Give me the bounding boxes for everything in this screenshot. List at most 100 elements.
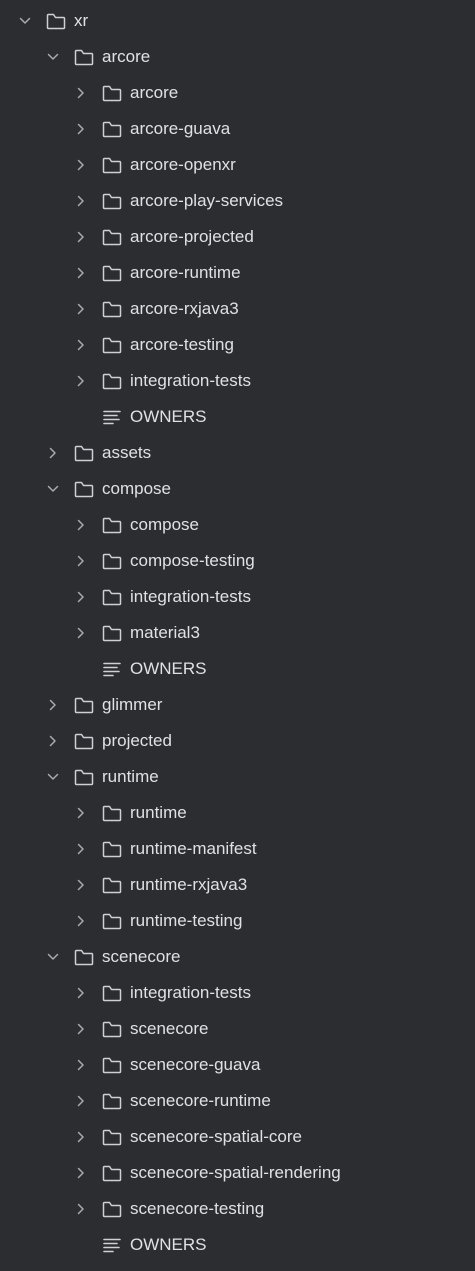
tree-item-label: arcore-rxjava3 [130, 299, 239, 318]
chevron-right-icon[interactable] [73, 85, 89, 101]
tree-folder-row[interactable]: runtime [0, 759, 475, 795]
tree-item-label: compose [130, 515, 199, 534]
chevron-right-icon[interactable] [73, 589, 89, 605]
folder-icon [102, 192, 122, 210]
tree-folder-row[interactable]: integration-tests [0, 975, 475, 1011]
tree-item-label: xr [74, 11, 89, 30]
chevron-right-icon[interactable] [73, 121, 89, 137]
tree-folder-row[interactable]: integration-tests [0, 363, 475, 399]
tree-folder-row[interactable]: projected [0, 723, 475, 759]
folder-icon [102, 552, 122, 570]
tree-folder-row[interactable]: arcore-openxr [0, 147, 475, 183]
tree-folder-row[interactable]: scenecore [0, 1011, 475, 1047]
chevron-right-icon[interactable] [73, 517, 89, 533]
chevron-right-icon[interactable] [73, 1165, 89, 1181]
tree-folder-row[interactable]: glimmer [0, 687, 475, 723]
tree-folder-row[interactable]: xr [0, 3, 475, 39]
folder-icon [102, 264, 122, 282]
tree-folder-row[interactable]: scenecore [0, 939, 475, 975]
tree-item-label: OWNERS [130, 1235, 207, 1254]
chevron-right-icon[interactable] [73, 625, 89, 641]
folder-icon [102, 1128, 122, 1146]
chevron-right-icon[interactable] [73, 229, 89, 245]
chevron-right-icon[interactable] [73, 805, 89, 821]
tree-folder-row[interactable]: runtime [0, 795, 475, 831]
folder-icon [74, 948, 94, 966]
tree-folder-row[interactable]: arcore-testing [0, 327, 475, 363]
tree-folder-row[interactable]: scenecore-guava [0, 1047, 475, 1083]
chevron-right-icon[interactable] [45, 733, 61, 749]
tree-item-label: OWNERS [130, 407, 207, 426]
chevron-right-icon[interactable] [73, 1021, 89, 1037]
tree-file-row[interactable]: OWNERS [0, 1227, 475, 1263]
chevron-right-icon[interactable] [73, 337, 89, 353]
tree-folder-row[interactable]: runtime-manifest [0, 831, 475, 867]
tree-file-row[interactable]: OWNERS [0, 399, 475, 435]
tree-folder-row[interactable]: arcore-play-services [0, 183, 475, 219]
tree-item-label: integration-tests [130, 371, 251, 390]
tree-file-row[interactable]: OWNERS [0, 651, 475, 687]
chevron-down-icon[interactable] [45, 769, 61, 785]
tree-folder-row[interactable]: material3 [0, 615, 475, 651]
tree-item-label: runtime-rxjava3 [130, 875, 248, 894]
tree-folder-row[interactable]: arcore-runtime [0, 255, 475, 291]
chevron-right-icon[interactable] [73, 1201, 89, 1217]
tree-folder-row[interactable]: arcore-rxjava3 [0, 291, 475, 327]
tree-folder-row[interactable]: scenecore-spatial-rendering [0, 1155, 475, 1191]
chevron-down-icon[interactable] [45, 481, 61, 497]
chevron-right-icon[interactable] [73, 877, 89, 893]
chevron-right-icon[interactable] [45, 445, 61, 461]
tree-folder-row[interactable]: runtime-testing [0, 903, 475, 939]
tree-folder-row[interactable]: compose [0, 471, 475, 507]
chevron-right-icon[interactable] [73, 985, 89, 1001]
chevron-right-icon[interactable] [73, 373, 89, 389]
tree-item-label: runtime-manifest [130, 839, 257, 858]
tree-folder-row[interactable]: arcore-guava [0, 111, 475, 147]
folder-icon [102, 876, 122, 894]
folder-icon [74, 444, 94, 462]
chevron-right-icon[interactable] [45, 697, 61, 713]
tree-folder-row[interactable]: runtime-rxjava3 [0, 867, 475, 903]
chevron-right-icon[interactable] [73, 1129, 89, 1145]
chevron-right-icon[interactable] [73, 553, 89, 569]
chevron-right-icon[interactable] [73, 157, 89, 173]
chevron-right-icon[interactable] [73, 193, 89, 209]
tree-folder-row[interactable]: arcore [0, 39, 475, 75]
chevron-right-icon[interactable] [73, 841, 89, 857]
text-file-icon [102, 660, 122, 678]
folder-icon [102, 624, 122, 642]
tree-item-label: scenecore [130, 1019, 209, 1038]
tree-folder-row[interactable]: scenecore-spatial-core [0, 1119, 475, 1155]
chevron-down-icon[interactable] [45, 949, 61, 965]
tree-item-label: glimmer [102, 695, 163, 714]
tree-item-label: compose [102, 479, 171, 498]
tree-item-label: scenecore-runtime [130, 1091, 271, 1110]
tree-folder-row[interactable]: compose-testing [0, 543, 475, 579]
folder-icon [102, 912, 122, 930]
tree-item-label: scenecore-testing [130, 1199, 265, 1218]
chevron-down-icon[interactable] [45, 49, 61, 65]
tree-folder-row[interactable]: compose [0, 507, 475, 543]
tree-folder-row[interactable]: assets [0, 435, 475, 471]
chevron-right-icon[interactable] [73, 1057, 89, 1073]
tree-folder-row[interactable]: scenecore-runtime [0, 1083, 475, 1119]
folder-icon [102, 984, 122, 1002]
chevron-right-icon[interactable] [73, 301, 89, 317]
folder-icon [102, 120, 122, 138]
folder-icon [102, 1020, 122, 1038]
tree-folder-row[interactable]: arcore [0, 75, 475, 111]
tree-folder-row[interactable]: integration-tests [0, 579, 475, 615]
chevron-down-icon[interactable] [17, 13, 33, 29]
tree-item-label: arcore [130, 83, 179, 102]
chevron-right-icon[interactable] [73, 265, 89, 281]
folder-icon [102, 804, 122, 822]
tree-item-label: arcore [102, 47, 151, 66]
tree-folder-row[interactable]: arcore-projected [0, 219, 475, 255]
folder-icon [74, 480, 94, 498]
tree-folder-row[interactable]: scenecore-testing [0, 1191, 475, 1227]
chevron-right-icon[interactable] [73, 1093, 89, 1109]
chevron-right-icon[interactable] [73, 913, 89, 929]
tree-item-label: scenecore [102, 947, 181, 966]
tree-item-label: integration-tests [130, 983, 251, 1002]
tree-item-label: arcore-openxr [130, 155, 236, 174]
